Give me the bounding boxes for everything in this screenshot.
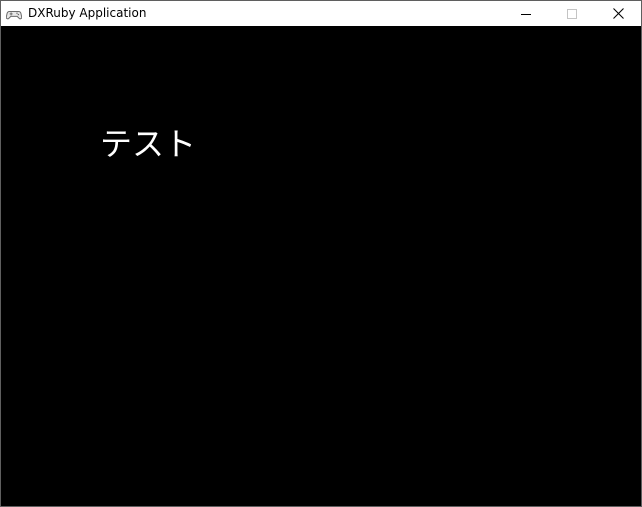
minimize-icon — [521, 13, 531, 15]
close-icon — [612, 8, 624, 19]
maximize-button[interactable] — [549, 1, 595, 26]
test-text: テスト — [100, 125, 197, 163]
gamepad-icon[interactable] — [5, 6, 23, 22]
maximize-icon — [567, 8, 577, 19]
app-window: DXRuby Application テスト — [0, 0, 642, 507]
close-button[interactable] — [595, 1, 641, 26]
title-bar[interactable]: DXRuby Application — [1, 1, 641, 26]
game-canvas[interactable]: テスト — [1, 26, 641, 506]
minimize-button[interactable] — [503, 1, 549, 26]
window-title: DXRuby Application — [28, 6, 147, 20]
